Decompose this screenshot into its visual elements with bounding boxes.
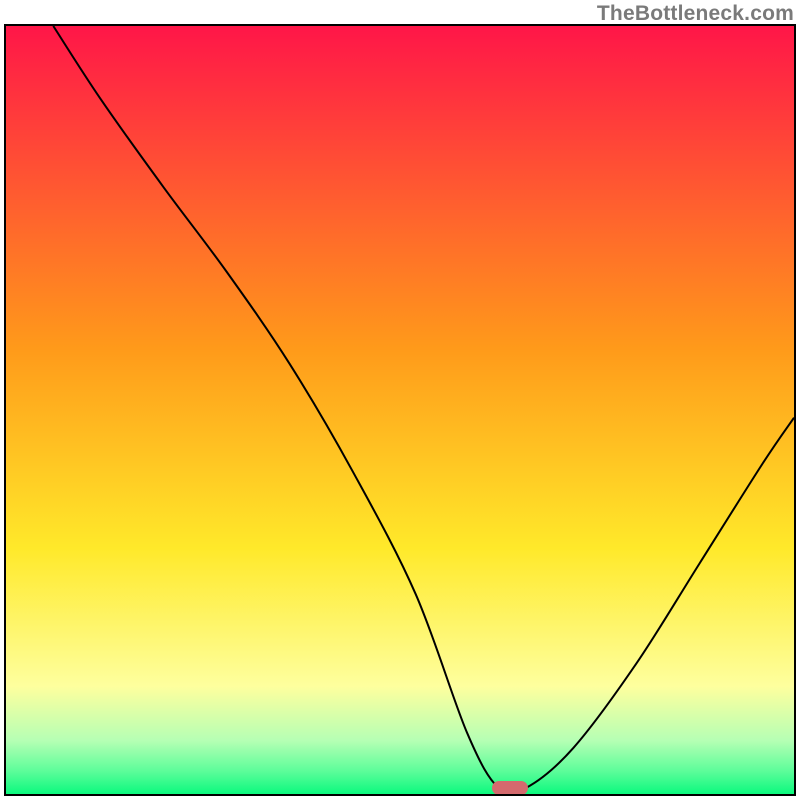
bottleneck-curve bbox=[6, 26, 794, 794]
watermark-text: TheBottleneck.com bbox=[597, 2, 794, 26]
optimal-marker bbox=[492, 781, 528, 795]
chart-frame bbox=[4, 24, 796, 796]
